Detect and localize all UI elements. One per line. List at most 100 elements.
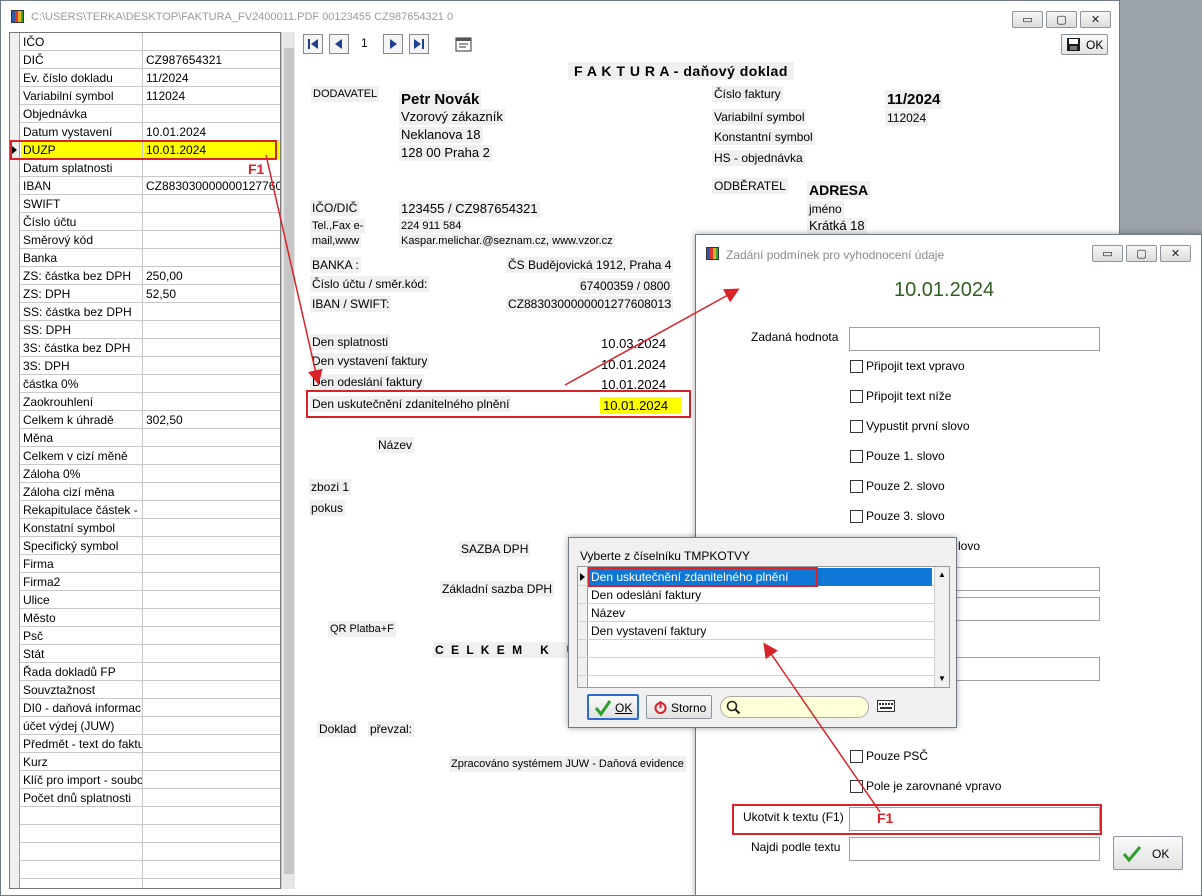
grid-row[interactable]: Ulice	[10, 591, 280, 609]
title-bar[interactable]: C:\USERS\TERKA\DESKTOP\FAKTURA_FV2400011…	[1, 1, 1119, 31]
grid-row[interactable]: Záloha 0%	[10, 465, 280, 483]
grid-value[interactable]	[143, 807, 280, 825]
checkbox-slovo-3[interactable]	[850, 510, 863, 523]
grid-scrollbar[interactable]	[281, 32, 295, 889]
grid-value[interactable]	[143, 105, 280, 123]
last-page-button[interactable]	[409, 34, 429, 54]
checkbox-slovo-2[interactable]	[850, 480, 863, 493]
grid-value[interactable]: 250,00	[143, 267, 280, 285]
grid-value[interactable]	[143, 861, 280, 879]
grid-row[interactable]: Zaokrouhlení	[10, 393, 280, 411]
grid-row[interactable]: IBAN CZ883030000000127760	[10, 177, 280, 195]
grid-row[interactable]	[10, 825, 280, 843]
grid-row[interactable]: Řada dokladů FP	[10, 663, 280, 681]
picker-ok-button[interactable]: OK	[587, 694, 639, 720]
grid-row[interactable]: 3S: DPH	[10, 357, 280, 375]
grid-value[interactable]: CZ883030000000127760	[143, 177, 280, 195]
checkbox-slovo-1[interactable]	[850, 450, 863, 463]
picker-item[interactable]	[578, 640, 934, 658]
grid-row[interactable]: Konstatní symbol	[10, 519, 280, 537]
grid-value[interactable]	[143, 879, 280, 888]
grid-value[interactable]	[143, 591, 280, 609]
grid-row[interactable]: Variabilní symbol 112024	[10, 87, 280, 105]
prev-page-button[interactable]	[329, 34, 349, 54]
checkbox-pripojit-nize[interactable]	[850, 390, 863, 403]
grid-row[interactable]: DIČ CZ987654321	[10, 51, 280, 69]
scroll-up-icon[interactable]: ▲	[938, 570, 946, 579]
checkbox-pouze-psc[interactable]	[850, 750, 863, 763]
grid-row[interactable]: ZS: částka bez DPH 250,00	[10, 267, 280, 285]
settings-button[interactable]	[454, 34, 474, 54]
grid-row[interactable]: Objednávka	[10, 105, 280, 123]
grid-value[interactable]	[143, 33, 280, 51]
dialog-minimize-button[interactable]: ▭	[1092, 245, 1123, 262]
minimize-button[interactable]: ▭	[1012, 11, 1043, 28]
grid-value[interactable]	[143, 375, 280, 393]
picker-item[interactable]	[578, 658, 934, 676]
grid-value[interactable]	[143, 555, 280, 573]
grid-row[interactable]: Rekapitulace částek -	[10, 501, 280, 519]
scroll-down-icon[interactable]: ▼	[938, 674, 946, 683]
grid-row[interactable]: Firma	[10, 555, 280, 573]
grid-value[interactable]	[143, 501, 280, 519]
grid-row[interactable]: Kurz	[10, 753, 280, 771]
checkbox-vypustit[interactable]	[850, 420, 863, 433]
grid-row[interactable]: Psč	[10, 627, 280, 645]
grid-value[interactable]	[143, 681, 280, 699]
maximize-button[interactable]: ▢	[1046, 11, 1077, 28]
first-page-button[interactable]	[303, 34, 323, 54]
grid-value[interactable]: 10.01.2024	[143, 123, 280, 141]
grid-value[interactable]	[143, 699, 280, 717]
dialog-ok-button[interactable]: OK	[1113, 836, 1183, 870]
grid-row[interactable]	[10, 861, 280, 879]
grid-value[interactable]	[143, 825, 280, 843]
grid-row[interactable]	[10, 879, 280, 888]
grid-row[interactable]: Město	[10, 609, 280, 627]
picker-item[interactable]: Den vystavení faktury	[578, 622, 934, 640]
grid-value[interactable]	[143, 321, 280, 339]
grid-row[interactable]: Směrový kód	[10, 231, 280, 249]
grid-value[interactable]	[143, 429, 280, 447]
grid-value[interactable]	[143, 753, 280, 771]
grid-row[interactable]: Datum vystavení 10.01.2024	[10, 123, 280, 141]
grid-value[interactable]	[143, 195, 280, 213]
grid-row[interactable]: DI0 - daňová informac	[10, 699, 280, 717]
grid-row[interactable]: SWIFT	[10, 195, 280, 213]
grid-value[interactable]	[143, 231, 280, 249]
checkbox-pripojit-vpravo[interactable]	[850, 360, 863, 373]
grid-row[interactable]: Záloha cizí měna	[10, 483, 280, 501]
grid-value[interactable]	[143, 483, 280, 501]
grid-value[interactable]	[143, 249, 280, 267]
next-page-button[interactable]	[383, 34, 403, 54]
grid-value[interactable]	[143, 447, 280, 465]
grid-scroll-thumb[interactable]	[284, 48, 294, 874]
grid-value[interactable]: 112024	[143, 87, 280, 105]
picker-scrollbar[interactable]: ▲ ▼	[934, 567, 949, 687]
grid-value[interactable]	[143, 393, 280, 411]
grid-row[interactable]	[10, 843, 280, 861]
grid-value[interactable]	[143, 843, 280, 861]
grid-row[interactable]: SS: DPH	[10, 321, 280, 339]
grid-value[interactable]	[143, 303, 280, 321]
grid-value[interactable]	[143, 213, 280, 231]
grid-row[interactable]: 3S: částka bez DPH	[10, 339, 280, 357]
grid-row[interactable]: Firma2	[10, 573, 280, 591]
grid-value[interactable]	[143, 771, 280, 789]
grid-value[interactable]	[143, 465, 280, 483]
grid-value[interactable]	[143, 339, 280, 357]
grid-value[interactable]: CZ987654321	[143, 51, 280, 69]
picker-item[interactable]: Den odeslání faktury	[578, 586, 934, 604]
checkbox-zarovnane[interactable]	[850, 780, 863, 793]
grid-row[interactable]: Stát	[10, 645, 280, 663]
grid-value[interactable]	[143, 519, 280, 537]
grid-value[interactable]	[143, 573, 280, 591]
keyboard-icon[interactable]	[877, 700, 895, 712]
grid-value[interactable]	[143, 645, 280, 663]
picker-search-field[interactable]	[720, 696, 869, 718]
picker-storno-button[interactable]: Storno	[646, 695, 712, 719]
grid-row[interactable]	[10, 807, 280, 825]
grid-row[interactable]: Banka	[10, 249, 280, 267]
dialog-maximize-button[interactable]: ▢	[1126, 245, 1157, 262]
grid-value[interactable]	[143, 357, 280, 375]
grid-value[interactable]: 11/2024	[143, 69, 280, 87]
